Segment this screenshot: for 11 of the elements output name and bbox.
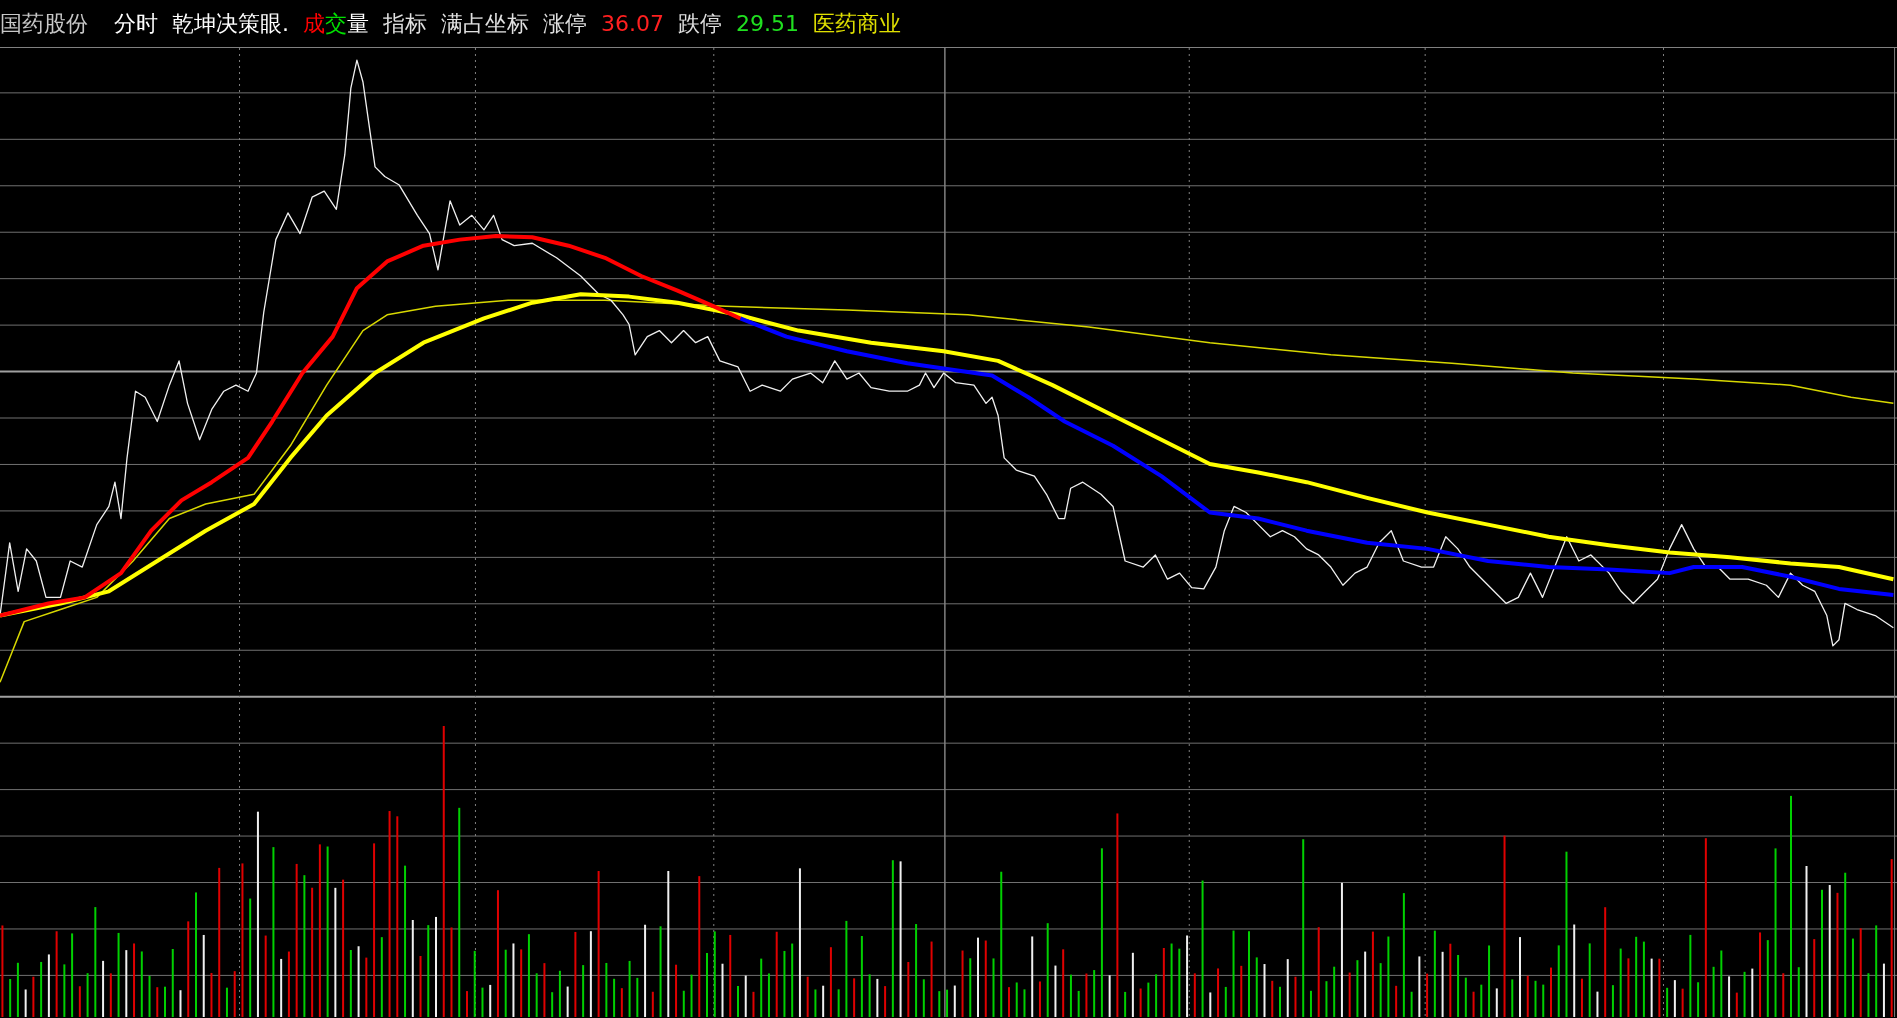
header-label: 国药股份	[0, 12, 88, 35]
header-label: 医药商业	[812, 12, 901, 35]
header-label: 分时	[114, 12, 158, 35]
header-label: 乾坤决策眼.	[172, 12, 289, 35]
header-label: 成交量	[303, 12, 369, 35]
header-label: 满占坐标	[441, 12, 529, 35]
header-label: 36.07	[601, 12, 664, 35]
header-label: 29.51	[736, 12, 799, 35]
header-label: 指标	[383, 12, 427, 35]
header-label: 涨停	[543, 12, 587, 35]
header-label: 跌停	[678, 12, 722, 35]
